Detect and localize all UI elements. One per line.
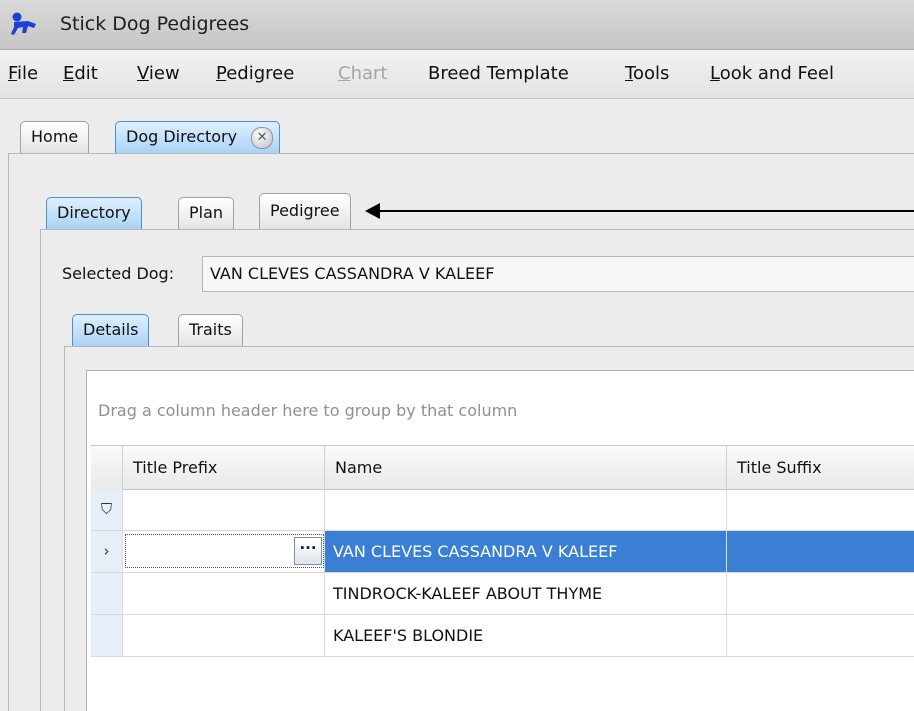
selected-dog-label: Selected Dog:: [62, 264, 175, 283]
column-header-name[interactable]: Name: [324, 446, 726, 489]
section-tab-divider: [40, 229, 914, 230]
doc-tab-divider: [8, 153, 914, 154]
filter-row: ⛉: [91, 489, 914, 531]
cell-name[interactable]: KALEEF'S BLONDIE: [324, 615, 726, 656]
menu-breed-template[interactable]: Breed Template: [428, 63, 569, 84]
title-bar: Stick Dog Pedigrees: [0, 0, 914, 50]
cell-name[interactable]: TINDROCK-KALEEF ABOUT THYME: [324, 573, 726, 614]
close-tab-icon[interactable]: ✕: [251, 126, 274, 149]
table-row[interactable]: TINDROCK-KALEEF ABOUT THYME: [91, 573, 914, 615]
grid-header-row: Title Prefix Name Title Suffix: [91, 445, 914, 490]
menu-tools[interactable]: Tools: [625, 63, 669, 84]
menu-file[interactable]: File: [8, 63, 38, 84]
tab-home[interactable]: Home: [20, 121, 90, 153]
filter-title-prefix[interactable]: [122, 489, 324, 530]
menu-view[interactable]: View: [137, 63, 180, 84]
cell-title-suffix[interactable]: [726, 573, 914, 614]
table-row[interactable]: › ··· VAN CLEVES CASSANDRA V KALEEF: [91, 531, 914, 573]
column-header-title-suffix[interactable]: Title Suffix: [726, 446, 914, 489]
detail-tab-divider: [64, 346, 914, 347]
header-corner: [91, 446, 122, 489]
tab-details[interactable]: Details: [72, 314, 150, 346]
selected-dog-field[interactable]: VAN CLEVES CASSANDRA V KALEEF: [202, 256, 914, 292]
tab-traits[interactable]: Traits: [178, 314, 243, 346]
callout-arrow-icon: [365, 203, 380, 219]
menu-chart: Chart: [338, 63, 388, 84]
cell-title-suffix[interactable]: [726, 531, 914, 572]
cell-title-prefix[interactable]: [122, 615, 324, 656]
cell-title-prefix[interactable]: [122, 573, 324, 614]
tab-pedigree[interactable]: Pedigree: [259, 193, 351, 229]
menu-bar: File Edit View Pedigree Chart Breed Temp…: [0, 50, 914, 99]
table-row[interactable]: KALEEF'S BLONDIE: [91, 615, 914, 657]
section-panel-border: [40, 229, 41, 711]
doc-panel-border: [8, 153, 9, 711]
tab-dog-directory[interactable]: Dog Directory ✕: [115, 121, 281, 153]
current-row-marker-icon: ›: [91, 531, 123, 572]
title-prefix-editor[interactable]: ···: [125, 534, 324, 568]
tab-directory[interactable]: Directory: [46, 197, 142, 229]
filter-icon[interactable]: ⛉: [91, 489, 123, 530]
cell-title-suffix[interactable]: [726, 615, 914, 656]
filter-title-suffix[interactable]: [726, 489, 914, 530]
blue-dog-icon: [11, 12, 36, 35]
menu-look-and-feel[interactable]: Look and Feel: [710, 63, 834, 84]
menu-edit[interactable]: Edit: [63, 63, 98, 84]
row-indicator: [91, 573, 123, 614]
menu-pedigree[interactable]: Pedigree: [216, 63, 294, 84]
group-by-hint[interactable]: Drag a column header here to group by th…: [98, 401, 517, 420]
ellipsis-button[interactable]: ···: [294, 537, 322, 565]
cell-name[interactable]: VAN CLEVES CASSANDRA V KALEEF: [324, 531, 726, 572]
tab-plan[interactable]: Plan: [178, 197, 235, 229]
detail-panel-border: [64, 346, 65, 711]
window-title: Stick Dog Pedigrees: [60, 13, 250, 35]
row-indicator: [91, 615, 123, 656]
tab-dog-directory-label: Dog Directory: [126, 127, 238, 146]
callout-arrow-line: [378, 210, 914, 212]
column-header-title-prefix[interactable]: Title Prefix: [122, 446, 324, 489]
filter-name[interactable]: [324, 489, 726, 530]
